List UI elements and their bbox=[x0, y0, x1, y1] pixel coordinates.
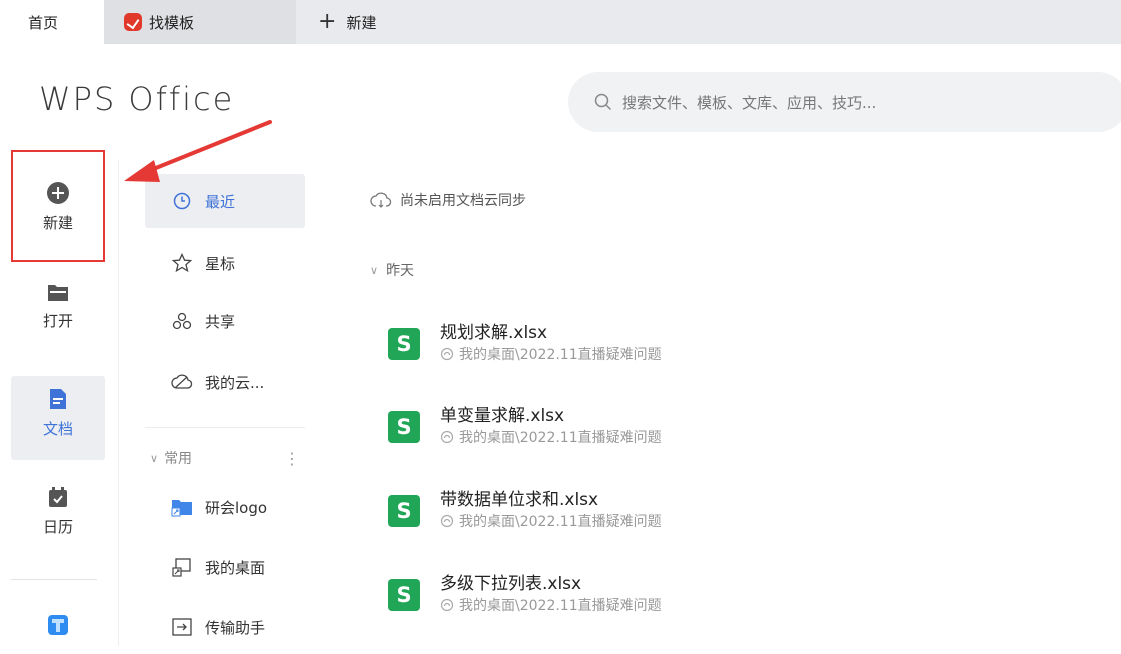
file-list-item[interactable]: S 单变量求解.xlsx 我的桌面\2022.11直播疑难问题 bbox=[388, 401, 888, 457]
tab-find-templates[interactable]: 找模板 bbox=[104, 0, 296, 44]
rail-new-label: 新建 bbox=[42, 214, 73, 232]
rail-panel-divider bbox=[118, 160, 119, 646]
app-logo: WPS Office bbox=[39, 80, 235, 118]
tab-find-templates-label: 找模板 bbox=[149, 13, 195, 32]
chevron-down-icon: ∨ bbox=[150, 451, 159, 465]
nav-recent-label: 最近 bbox=[205, 192, 236, 211]
spreadsheet-icon: S bbox=[388, 495, 420, 527]
common-section-label: 常用 bbox=[164, 451, 193, 467]
date-group-header[interactable]: ∨ 昨天 bbox=[370, 260, 414, 280]
file-name: 带数据单位求和.xlsx bbox=[440, 490, 599, 510]
rail-divider bbox=[11, 579, 97, 580]
star-icon bbox=[172, 253, 192, 273]
tab-home-label: 首页 bbox=[28, 13, 59, 32]
more-options-icon[interactable]: ⋮ bbox=[284, 449, 300, 468]
rail-calendar-label: 日历 bbox=[42, 518, 73, 536]
calendar-icon bbox=[49, 487, 67, 507]
cloud-status-icon bbox=[440, 514, 454, 528]
search-placeholder: 搜索文件、模板、文库、应用、技巧... bbox=[622, 93, 877, 112]
rail-app-button[interactable] bbox=[11, 614, 105, 646]
file-name: 单变量求解.xlsx bbox=[440, 406, 565, 426]
nav-folder-label: 研会logo bbox=[205, 498, 268, 517]
common-section-header[interactable]: ∨ 常用 ⋮ bbox=[150, 448, 300, 468]
document-icon bbox=[50, 389, 66, 409]
file-list-item[interactable]: S 规划求解.xlsx 我的桌面\2022.11直播疑难问题 bbox=[388, 318, 888, 374]
new-tab-button[interactable]: + 新建 bbox=[296, 0, 456, 44]
nav-folder-label: 传输助手 bbox=[205, 618, 266, 637]
app-t-icon bbox=[48, 615, 68, 635]
file-name: 多级下拉列表.xlsx bbox=[440, 574, 582, 594]
shortcut-folder-icon bbox=[171, 500, 192, 517]
date-group-label: 昨天 bbox=[386, 263, 415, 279]
cloud-status-icon bbox=[440, 430, 454, 444]
nav-recent[interactable]: 最近 bbox=[145, 174, 305, 228]
rail-docs-button[interactable]: 文档 bbox=[11, 376, 105, 460]
rail-docs-label: 文档 bbox=[42, 420, 73, 438]
spreadsheet-icon: S bbox=[388, 328, 420, 360]
plus-icon: + bbox=[318, 9, 337, 34]
spreadsheet-icon: S bbox=[388, 579, 420, 611]
nav-shared[interactable]: 共享 bbox=[145, 294, 305, 348]
cloud-sync-icon bbox=[370, 192, 392, 208]
cloud-status-icon bbox=[440, 347, 454, 361]
file-list-item[interactable]: S 带数据单位求和.xlsx 我的桌面\2022.11直播疑难问题 bbox=[388, 485, 888, 541]
spreadsheet-icon: S bbox=[388, 411, 420, 443]
nav-my-cloud-label: 我的云... bbox=[205, 373, 265, 392]
folder-icon bbox=[48, 285, 68, 301]
file-path: 我的桌面\2022.11直播疑难问题 bbox=[459, 514, 662, 530]
nav-my-cloud[interactable]: 我的云... bbox=[145, 355, 305, 409]
cloud-sync-status[interactable]: 尚未启用文档云同步 bbox=[370, 190, 526, 210]
file-list-item[interactable]: S 多级下拉列表.xlsx 我的桌面\2022.11直播疑难问题 bbox=[388, 569, 888, 625]
rail-calendar-button[interactable]: 日历 bbox=[11, 486, 105, 556]
nav-starred-label: 星标 bbox=[205, 254, 236, 273]
nav-shared-label: 共享 bbox=[205, 312, 236, 331]
search-input[interactable]: 搜索文件、模板、文库、应用、技巧... bbox=[568, 72, 1121, 132]
cloud-status-icon bbox=[440, 598, 454, 612]
cloud-drive-icon bbox=[171, 374, 193, 389]
rail-open-label: 打开 bbox=[42, 312, 73, 330]
desktop-shortcut-icon bbox=[172, 558, 191, 577]
share-icon bbox=[172, 312, 192, 330]
nav-folder-item[interactable]: 我的桌面 bbox=[145, 540, 305, 594]
new-tab-label: 新建 bbox=[346, 13, 377, 32]
rail-open-button[interactable]: 打开 bbox=[11, 282, 105, 352]
transfer-icon bbox=[172, 618, 192, 636]
file-path: 我的桌面\2022.11直播疑难问题 bbox=[459, 598, 662, 614]
chevron-down-icon: ∨ bbox=[370, 263, 379, 277]
template-logo-icon bbox=[124, 13, 142, 31]
clock-icon bbox=[173, 192, 191, 210]
file-path: 我的桌面\2022.11直播疑难问题 bbox=[459, 430, 662, 446]
tab-bar: 首页 找模板 + 新建 bbox=[0, 0, 1121, 44]
search-icon bbox=[594, 93, 612, 111]
file-name: 规划求解.xlsx bbox=[440, 323, 548, 343]
nav-folder-item[interactable]: 研会logo bbox=[145, 480, 305, 534]
cloud-sync-label: 尚未启用文档云同步 bbox=[400, 193, 526, 209]
nav-starred[interactable]: 星标 bbox=[145, 236, 305, 290]
file-path: 我的桌面\2022.11直播疑难问题 bbox=[459, 347, 662, 363]
nav-divider bbox=[145, 427, 305, 428]
tab-home[interactable]: 首页 bbox=[0, 0, 104, 44]
add-circle-icon bbox=[47, 182, 69, 204]
nav-folder-label: 我的桌面 bbox=[205, 558, 266, 577]
rail-new-button[interactable]: 新建 bbox=[11, 150, 105, 262]
